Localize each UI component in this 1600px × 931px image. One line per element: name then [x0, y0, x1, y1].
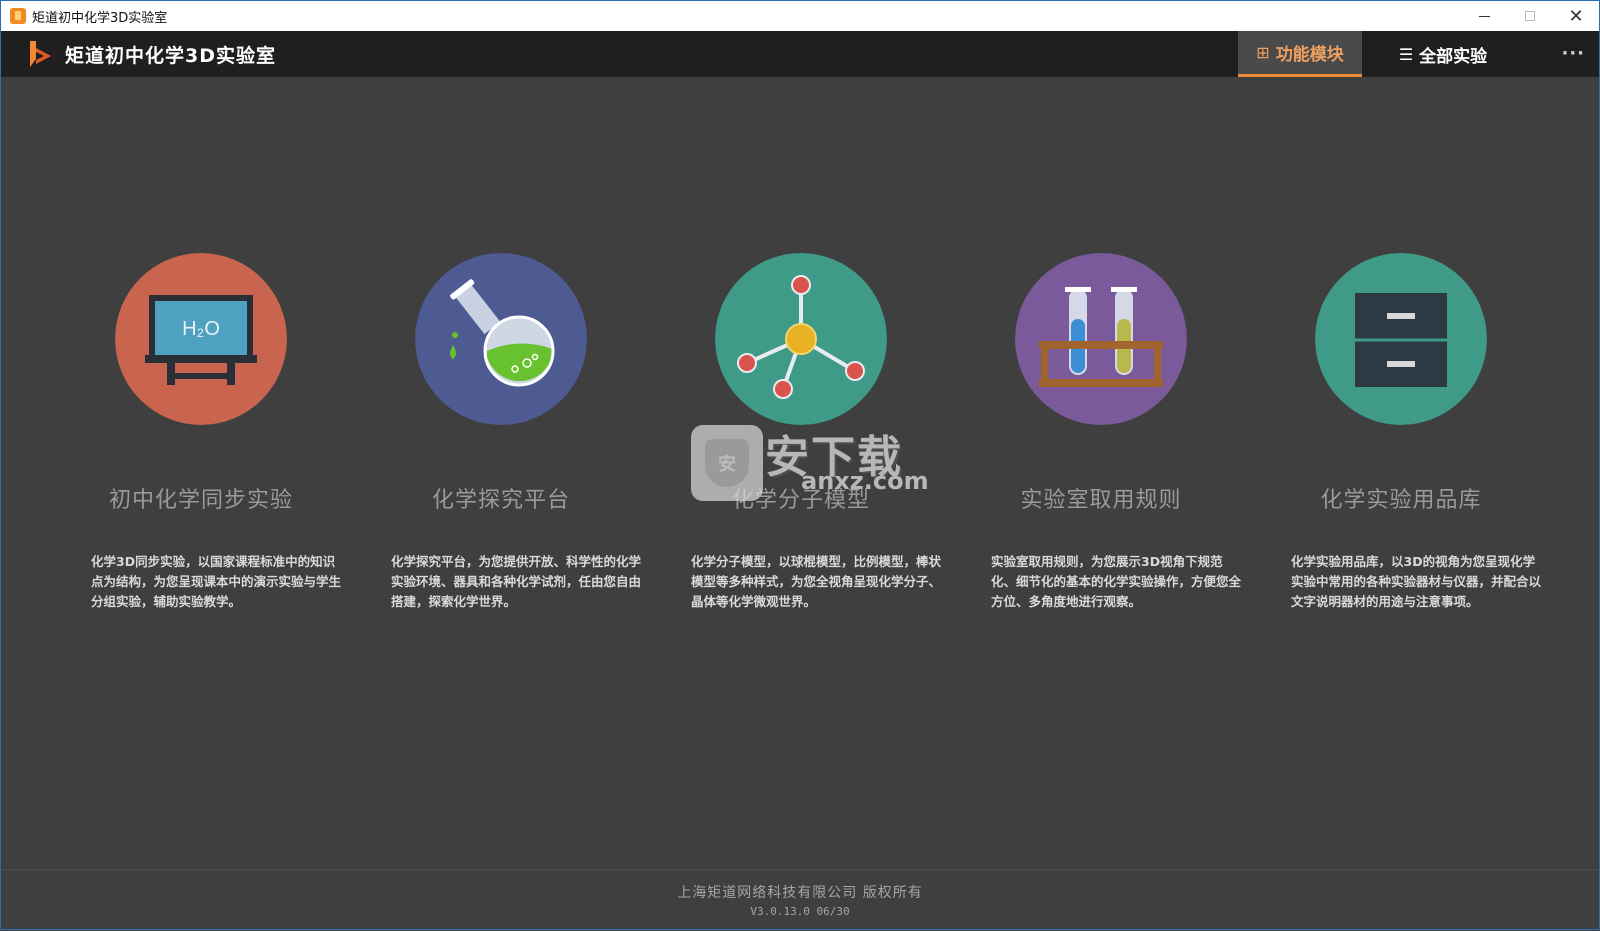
module-lab-rules[interactable]: 实验室取用规则 实验室取用规则，为您展示3D视角下规范化、细节化的基本的化学实验…	[951, 77, 1251, 637]
minimize-icon	[1478, 15, 1490, 17]
shield-icon: 安	[691, 425, 763, 501]
app-window: 矩道初中化学3D实验室 ✕ 矩道初中化学3D实验室 ⊞ 功能模块 ☰ 全部实验 …	[0, 0, 1600, 930]
tab-label: 全部实验	[1419, 46, 1488, 67]
module-sync-experiments[interactable]: H₂O 初中化学同步实验 化学3D同步实验，以国家课程标准中的知识点为结构，为您…	[51, 77, 351, 637]
module-molecule-models[interactable]: 化学分子模型 化学分子模型，以球棍模型，比例模型，棒状模型等多种样式，为您全视角…	[651, 77, 951, 637]
minimize-button[interactable]	[1461, 1, 1507, 31]
copyright-text: 上海矩道网络科技有限公司 版权所有	[677, 885, 923, 901]
window-titlebar[interactable]: 矩道初中化学3D实验室 ✕	[1, 1, 1599, 31]
list-icon: ☰	[1398, 44, 1414, 64]
app-title: 矩道初中化学3D实验室	[65, 44, 276, 67]
module-title[interactable]: 初中化学同步实验	[51, 482, 351, 514]
cabinet-icon[interactable]	[1315, 253, 1487, 425]
molecule-icon[interactable]	[715, 253, 887, 425]
module-description: 化学实验用品库，以3D的视角为您呈现化学实验中常用的各种实验器材与仪器，并配合以…	[1291, 554, 1542, 609]
maximize-icon	[1525, 11, 1535, 21]
app-logo-icon	[30, 41, 51, 67]
close-icon: ✕	[1568, 5, 1584, 27]
module-explore-platform[interactable]: 化学探究平台 化学探究平台，为您提供开放、科学性的化学实验环境、器具和各种化学试…	[351, 77, 651, 637]
version-text: V3.0.13.0 06/30	[750, 905, 850, 918]
blackboard-h2o-icon[interactable]: H₂O	[115, 253, 287, 425]
test-tubes-icon[interactable]	[1015, 253, 1187, 425]
tab-function-modules[interactable]: ⊞ 功能模块	[1238, 31, 1362, 77]
watermark-logo: 安 安下载 anxz.com	[691, 421, 929, 501]
svg-text:H₂O: H₂O	[182, 318, 220, 340]
grid-icon: ⊞	[1256, 43, 1270, 62]
more-menu-button[interactable]: ···	[1561, 43, 1585, 64]
app-header: 矩道初中化学3D实验室 ⊞ 功能模块 ☰ 全部实验 ···	[1, 31, 1599, 77]
flask-icon[interactable]	[415, 253, 587, 425]
module-description: 化学探究平台，为您提供开放、科学性的化学实验环境、器具和各种化学试剂，任由您自由…	[391, 554, 642, 609]
window-title: 矩道初中化学3D实验室	[32, 10, 168, 26]
watermark-url: anxz.com	[801, 467, 929, 495]
tab-label: 功能模块	[1275, 45, 1344, 65]
module-description: 实验室取用规则，为您展示3D视角下规范化、细节化的基本的化学实验操作，方便您全方…	[991, 554, 1242, 609]
footer: 上海矩道网络科技有限公司 版权所有 V3.0.13.0 06/30	[1, 869, 1599, 931]
maximize-button[interactable]	[1507, 1, 1553, 31]
module-title[interactable]: 实验室取用规则	[951, 482, 1251, 514]
close-button[interactable]: ✕	[1553, 1, 1599, 31]
app-small-icon	[10, 8, 26, 24]
module-description: 化学分子模型，以球棍模型，比例模型，棒状模型等多种样式，为您全视角呈现化学分子、…	[691, 554, 942, 609]
tab-all-experiments[interactable]: ☰ 全部实验	[1381, 31, 1505, 77]
module-description: 化学3D同步实验，以国家课程标准中的知识点为结构，为您呈现课本中的演示实验与学生…	[91, 554, 342, 609]
module-title[interactable]: 化学实验用品库	[1251, 482, 1551, 514]
module-supplies-library[interactable]: 化学实验用品库 化学实验用品库，以3D的视角为您呈现化学实验中常用的各种实验器材…	[1251, 77, 1551, 637]
module-title[interactable]: 化学探究平台	[351, 482, 651, 514]
